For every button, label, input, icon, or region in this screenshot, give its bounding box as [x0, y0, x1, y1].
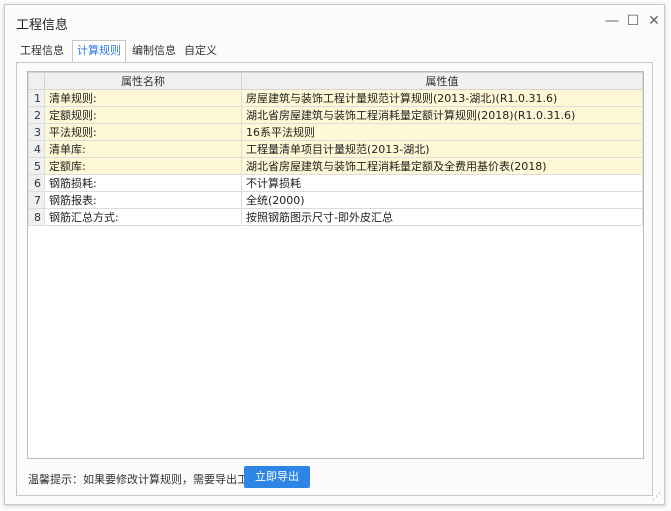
row-number: 7: [28, 191, 45, 209]
table-body: 1 清单规则: 房屋建筑与装饰工程计量规范计算规则(2013-湖北)(R1.0.31…: [28, 89, 643, 226]
resize-grip-icon[interactable]: ⋰: [652, 492, 662, 502]
project-info-window: 工程信息 — ☐ ✕ 工程信息 计算规则 编制信息 自定义 属性名称 属性值 1…: [4, 4, 665, 505]
table-row[interactable]: 4 清单库: 工程量清单项目计量规范(2013-湖北): [28, 140, 643, 158]
property-table: 属性名称 属性值 1 清单规则: 房屋建筑与装饰工程计量规范计算规则(2013-湖北…: [28, 72, 643, 226]
property-value-cell[interactable]: 工程量清单项目计量规范(2013-湖北): [241, 140, 643, 158]
tip-text: 温馨提示：如果要修改计算规则，需要导出工程: [28, 473, 259, 486]
table-row[interactable]: 1 清单规则: 房屋建筑与装饰工程计量规范计算规则(2013-湖北)(R1.0.31…: [28, 89, 643, 107]
row-number: 3: [28, 123, 45, 141]
property-name-cell[interactable]: 钢筋汇总方式:: [44, 208, 242, 226]
table-row[interactable]: 5 定额库: 湖北省房屋建筑与装饰工程消耗量定额及全费用基价表(2018): [28, 157, 643, 175]
table-row[interactable]: 6 钢筋损耗: 不计算损耗: [28, 174, 643, 192]
property-value-cell[interactable]: 不计算损耗: [241, 174, 643, 192]
property-value-cell[interactable]: 全统(2000): [241, 191, 643, 209]
close-icon[interactable]: ✕: [645, 12, 663, 30]
window-title: 工程信息: [16, 18, 69, 33]
property-name-cell[interactable]: 定额库:: [44, 157, 242, 175]
property-value-cell[interactable]: 房屋建筑与装饰工程计量规范计算规则(2013-湖北)(R1.0.31.6): [241, 89, 643, 107]
maximize-icon[interactable]: ☐: [624, 12, 642, 30]
table-row[interactable]: 3 平法规则: 16系平法规则: [28, 123, 643, 141]
row-number: 8: [28, 208, 45, 226]
table-row[interactable]: 2 定额规则: 湖北省房屋建筑与装饰工程消耗量定额计算规则(2018)(R1.0.3…: [28, 106, 643, 124]
row-number: 6: [28, 174, 45, 192]
export-now-button[interactable]: 立即导出: [244, 466, 310, 488]
property-name-cell[interactable]: 钢筋损耗:: [44, 174, 242, 192]
property-value-cell[interactable]: 湖北省房屋建筑与装饰工程消耗量定额及全费用基价表(2018): [241, 157, 643, 175]
property-value-cell[interactable]: 16系平法规则: [241, 123, 643, 141]
property-name-cell[interactable]: 清单规则:: [44, 89, 242, 107]
row-number-header: [28, 72, 45, 90]
property-value-cell[interactable]: 按照钢筋图示尺寸-即外皮汇总: [241, 208, 643, 226]
row-number: 4: [28, 140, 45, 158]
tab-calc-rules[interactable]: 计算规则: [72, 40, 126, 62]
column-header-name: 属性名称: [44, 72, 242, 90]
property-name-cell[interactable]: 钢筋报表:: [44, 191, 242, 209]
minimize-icon[interactable]: —: [603, 12, 621, 30]
property-name-cell[interactable]: 定额规则:: [44, 106, 242, 124]
property-value-cell[interactable]: 湖北省房屋建筑与装饰工程消耗量定额计算规则(2018)(R1.0.31.6): [241, 106, 643, 124]
row-number: 5: [28, 157, 45, 175]
property-name-cell[interactable]: 平法规则:: [44, 123, 242, 141]
tab-project-info[interactable]: 工程信息: [16, 41, 68, 61]
column-header-value: 属性值: [241, 72, 643, 90]
title-bar: 工程信息 — ☐ ✕: [5, 5, 664, 39]
row-number: 2: [28, 106, 45, 124]
tab-compile-info[interactable]: 编制信息: [128, 41, 180, 61]
table-row[interactable]: 8 钢筋汇总方式: 按照钢筋图示尺寸-即外皮汇总: [28, 208, 643, 226]
table-row[interactable]: 7 钢筋报表: 全统(2000): [28, 191, 643, 209]
tab-panel: 属性名称 属性值 1 清单规则: 房屋建筑与装饰工程计量规范计算规则(2013-湖北…: [16, 62, 653, 496]
property-grid: 属性名称 属性值 1 清单规则: 房屋建筑与装饰工程计量规范计算规则(2013-湖北…: [27, 71, 644, 459]
row-number: 1: [28, 89, 45, 107]
property-name-cell[interactable]: 清单库:: [44, 140, 242, 158]
header-row: 属性名称 属性值: [28, 72, 643, 90]
tab-custom[interactable]: 自定义: [180, 41, 221, 61]
